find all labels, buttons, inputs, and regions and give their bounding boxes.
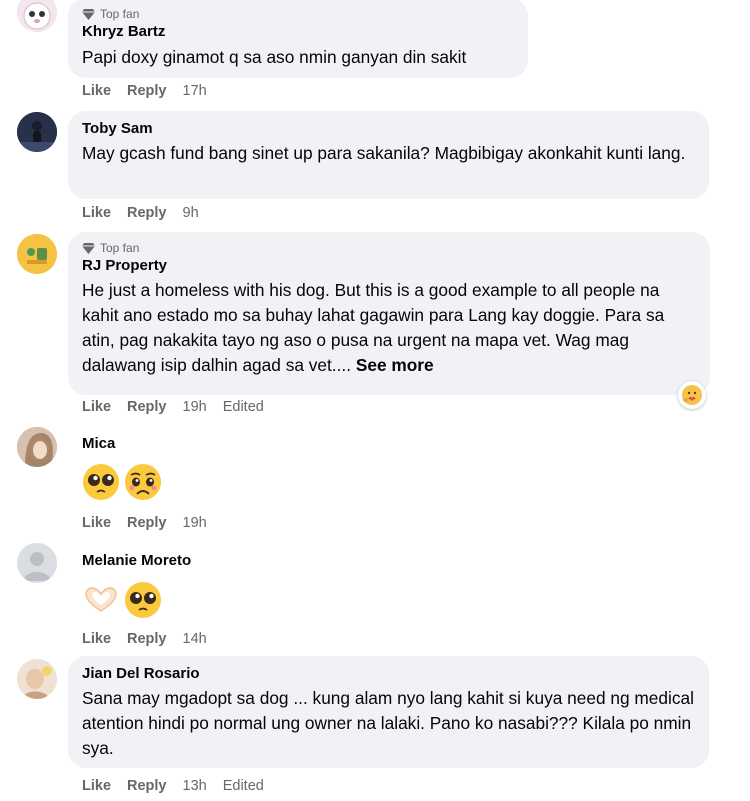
comment-actions: Like Reply 19h <box>82 513 223 533</box>
comment-actions: Like Reply 9h <box>82 203 215 223</box>
comment-bubble: Toby Sam May gcash fund bang sinet up pa… <box>68 111 709 199</box>
heart-hands-icon <box>85 587 117 612</box>
top-fan-badge: Top fan <box>82 6 514 22</box>
avatar[interactable] <box>17 234 57 274</box>
comment-actions: Like Reply 19h Edited <box>82 397 264 417</box>
comment-actions: Like Reply 14h <box>82 629 223 649</box>
comment-text: May gcash fund bang sinet up para sakani… <box>82 143 686 163</box>
comment-bubble: Jian Del Rosario Sana may mgadopt sa dog… <box>68 656 709 768</box>
like-button[interactable]: Like <box>82 778 111 794</box>
comment-timestamp[interactable]: 9h <box>183 205 199 221</box>
diamond-icon <box>82 8 95 20</box>
sad-face-icon <box>125 464 161 500</box>
avatar[interactable] <box>17 543 57 583</box>
pleading-face-icon <box>83 464 119 500</box>
reply-button[interactable]: Reply <box>127 778 167 794</box>
like-button[interactable]: Like <box>82 205 111 221</box>
edited-label[interactable]: Edited <box>223 399 264 415</box>
comment-timestamp[interactable]: 17h <box>183 83 207 99</box>
like-button[interactable]: Like <box>82 515 111 531</box>
pleading-face-icon <box>125 582 161 618</box>
avatar[interactable] <box>17 0 57 32</box>
comment-author[interactable]: RJ Property <box>82 256 696 276</box>
reply-button[interactable]: Reply <box>127 399 167 415</box>
reply-button[interactable]: Reply <box>127 631 167 647</box>
comment-actions: Like Reply 17h <box>82 81 223 101</box>
comment-timestamp[interactable]: 14h <box>183 631 207 647</box>
comment-author[interactable]: Melanie Moreto <box>82 551 191 571</box>
reaction-care-icon[interactable] <box>678 381 706 409</box>
comment-timestamp[interactable]: 19h <box>183 515 207 531</box>
avatar[interactable] <box>17 427 57 467</box>
comment-text: Sana may mgadopt sa dog ... kung alam ny… <box>82 688 694 758</box>
top-fan-badge: Top fan <box>82 240 696 256</box>
avatar[interactable] <box>17 659 57 699</box>
reply-button[interactable]: Reply <box>127 83 167 99</box>
comment-text: He just a homeless with his dog. But thi… <box>82 278 696 378</box>
comment-text: Papi doxy ginamot q sa aso nmin ganyan d… <box>82 47 467 67</box>
like-button[interactable]: Like <box>82 399 111 415</box>
comment-actions: Like Reply 13h Edited <box>82 776 264 796</box>
diamond-icon <box>82 242 95 254</box>
comment-author[interactable]: Khryz Bartz <box>82 22 514 42</box>
comment-author[interactable]: Jian Del Rosario <box>82 664 695 684</box>
like-button[interactable]: Like <box>82 631 111 647</box>
avatar[interactable] <box>17 112 57 152</box>
comment-bubble: Top fan Khryz Bartz Papi doxy ginamot q … <box>68 0 528 78</box>
comment-author[interactable]: Toby Sam <box>82 119 695 139</box>
reply-button[interactable]: Reply <box>127 205 167 221</box>
comment-bubble: Top fan RJ Property He just a homeless w… <box>68 232 710 395</box>
like-button[interactable]: Like <box>82 83 111 99</box>
comment-timestamp[interactable]: 13h <box>183 778 207 794</box>
emoji-row <box>82 581 162 619</box>
edited-label[interactable]: Edited <box>223 778 264 794</box>
comment-timestamp[interactable]: 19h <box>183 399 207 415</box>
comment-author[interactable]: Mica <box>82 434 115 454</box>
see-more-link[interactable]: See more <box>356 355 434 375</box>
reply-button[interactable]: Reply <box>127 515 167 531</box>
emoji-row <box>82 463 162 501</box>
